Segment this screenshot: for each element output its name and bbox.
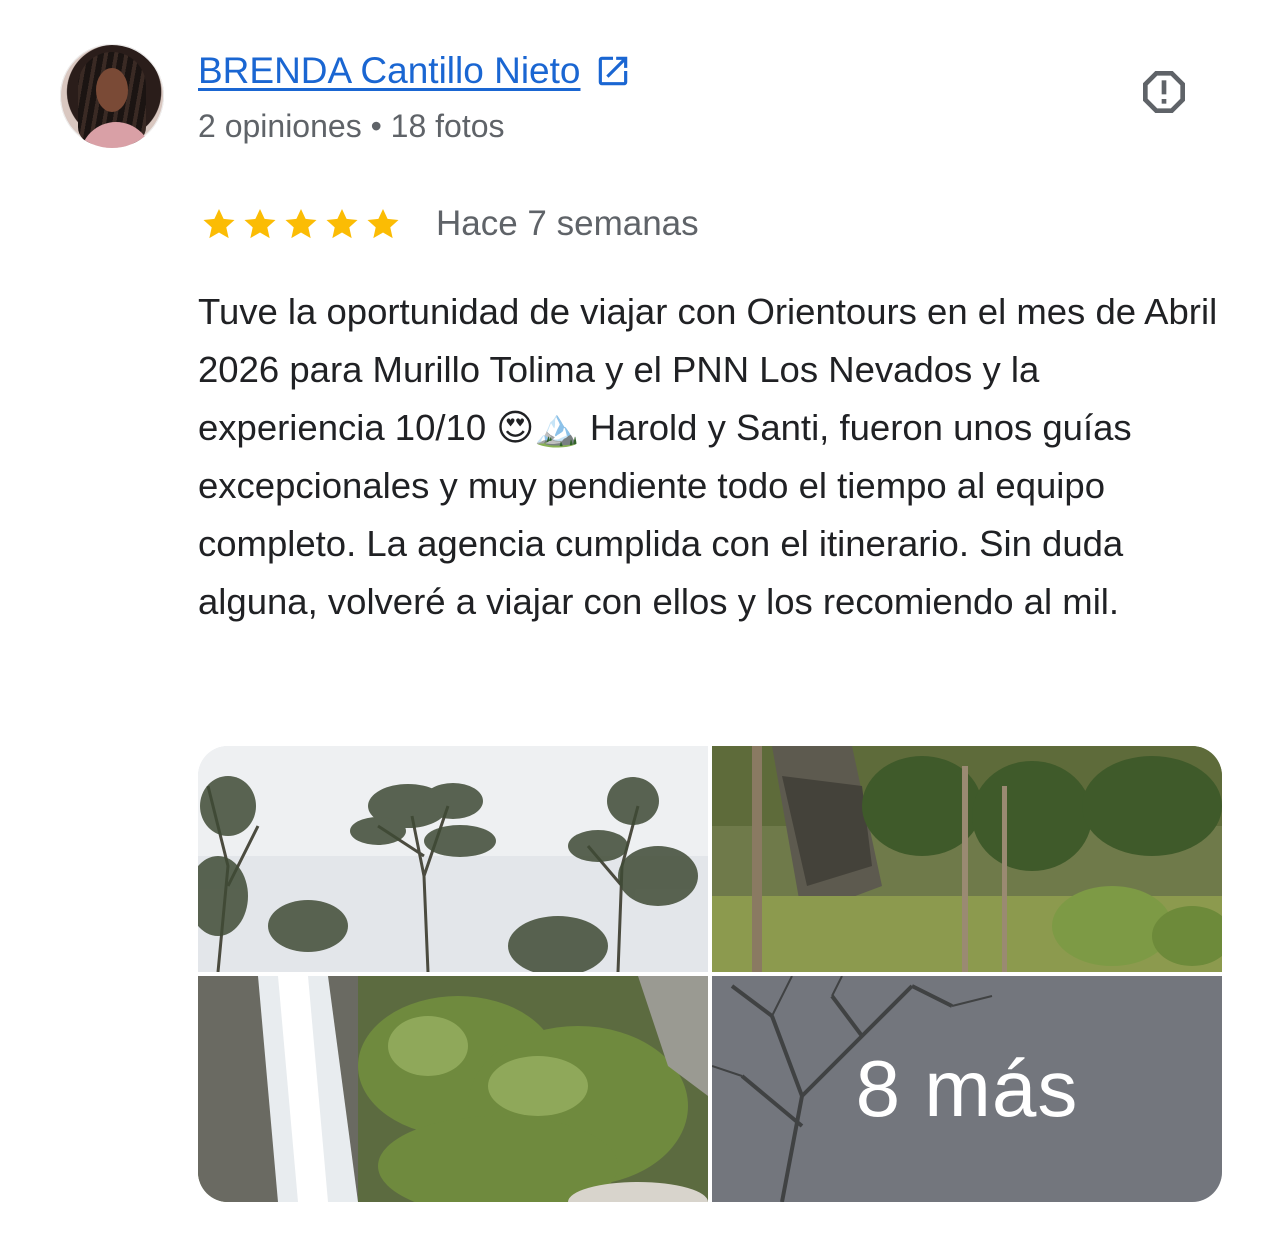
review-time: Hace 7 semanas (436, 204, 699, 243)
star-icon (367, 208, 399, 239)
reviewer-avatar[interactable] (60, 44, 164, 148)
reviewer-name-link[interactable]: BRENDA Cantillo Nieto (198, 50, 580, 92)
photo-forest-cliff (712, 746, 1222, 972)
star-rating (200, 205, 402, 243)
star-icon (203, 208, 235, 239)
review-photo-grid: 8 más (198, 746, 1222, 1202)
review-text: Tuve la oportunidad de viajar con Orient… (198, 291, 1218, 622)
photo-trees-sky (198, 746, 708, 972)
reviewer-meta: 2 opiniones • 18 fotos (198, 108, 505, 144)
avatar-face (96, 68, 128, 112)
review-photo-1[interactable] (198, 746, 708, 972)
photo-waterfall (198, 976, 708, 1202)
star-icon (326, 208, 358, 239)
review-photo-4-more[interactable]: 8 más (712, 976, 1222, 1202)
star-icon (285, 208, 317, 239)
more-photos-overlay[interactable]: 8 más (712, 976, 1222, 1202)
review-photo-2[interactable] (712, 746, 1222, 972)
more-photos-label: 8 más (855, 1044, 1079, 1133)
star-icon (244, 208, 276, 239)
rating-row: Hace 7 semanas (200, 204, 699, 244)
open-in-new-icon[interactable] (594, 52, 632, 90)
review-photo-3[interactable] (198, 976, 708, 1202)
reviewer-name-row: BRENDA Cantillo Nieto (198, 50, 632, 92)
report-octagon-icon[interactable] (1136, 64, 1192, 120)
